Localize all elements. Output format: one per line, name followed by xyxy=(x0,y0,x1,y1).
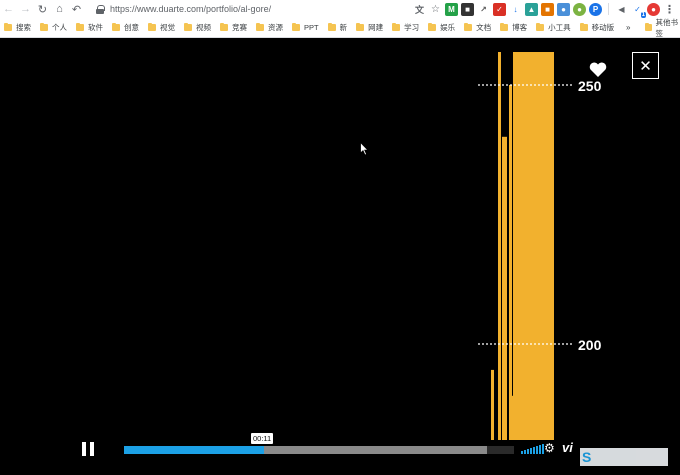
arrow-left-icon: ← xyxy=(3,3,14,15)
chart-bar xyxy=(513,52,554,440)
home-icon: ⌂ xyxy=(56,3,63,15)
speaker-icon[interactable]: ◀ xyxy=(615,3,628,16)
back-button[interactable]: ← xyxy=(0,1,17,18)
bookmark-item[interactable]: 软件 xyxy=(76,22,103,33)
extension-toolbar: 文 ☆ M ■ ↗ ✓ ↓ ▲ ■ ● ● P ◀ ✓ 1 ● ⋮ xyxy=(413,1,676,18)
bookmarks-bar: 搜索 个人 软件 创意 视觉 视频 竞赛 资源 PPT 新 网建 学习 娱乐 文… xyxy=(0,18,680,38)
extension-dark-icon[interactable]: ■ xyxy=(461,2,474,16)
browser-chrome: ← → ↻ ⌂ ↶ https://www.duarte.com/portfol… xyxy=(0,0,680,38)
folder-icon xyxy=(645,23,652,31)
folder-icon xyxy=(292,23,300,31)
chart-bar xyxy=(509,85,512,440)
extension-red-icon[interactable]: ✓ xyxy=(493,2,506,16)
close-icon: ✕ xyxy=(639,57,652,75)
current-time: 00:11 xyxy=(251,433,274,444)
mouse-cursor-icon xyxy=(360,142,369,156)
folder-icon xyxy=(184,23,192,31)
download-icon[interactable]: ↓ xyxy=(509,3,522,16)
folder-icon xyxy=(148,23,156,31)
bookmark-item[interactable]: 资源 xyxy=(256,22,283,33)
folder-icon xyxy=(428,23,437,31)
folder-icon xyxy=(464,23,473,31)
close-button[interactable]: ✕ xyxy=(632,52,659,79)
bookmark-item[interactable]: 新 xyxy=(327,22,347,33)
undo-button[interactable]: ↶ xyxy=(68,1,85,18)
toolbar-separator xyxy=(608,3,609,15)
extension-green-icon[interactable]: M xyxy=(445,2,458,16)
folder-icon xyxy=(536,23,545,31)
chart-bar xyxy=(498,52,501,440)
pause-button[interactable] xyxy=(82,442,96,458)
bookmark-item[interactable]: 文档 xyxy=(464,22,491,33)
browser-toolbar: ← → ↻ ⌂ ↶ https://www.duarte.com/portfol… xyxy=(0,0,680,18)
reload-button[interactable]: ↻ xyxy=(34,1,51,18)
bookmark-item[interactable]: 搜索 xyxy=(4,22,31,33)
bookmarks-overflow-button[interactable]: » xyxy=(626,19,630,36)
folder-icon xyxy=(40,23,48,31)
address-bar[interactable]: https://www.duarte.com/portfolio/al-gore… xyxy=(96,2,346,16)
pause-icon-bar xyxy=(90,442,94,456)
other-bookmarks[interactable]: 其他书签 xyxy=(645,18,680,38)
translate-icon[interactable]: 文 xyxy=(413,3,426,16)
pause-icon-bar xyxy=(82,442,86,456)
vimeo-logo[interactable]: vi xyxy=(562,440,573,455)
badge-count: 1 xyxy=(640,11,646,18)
bookmark-item[interactable]: 小工具 xyxy=(536,22,571,33)
extension-teal-icon[interactable]: ▲ xyxy=(525,2,538,16)
heart-icon[interactable] xyxy=(588,60,608,80)
bookmark-item[interactable]: 娱乐 xyxy=(428,22,455,33)
folder-icon xyxy=(112,23,120,31)
extension-blue-icon[interactable]: ● xyxy=(557,2,570,16)
chart-frame: 250 200 xyxy=(478,52,602,441)
home-button[interactable]: ⌂ xyxy=(51,1,68,18)
extension-chart-icon[interactable]: ↗ xyxy=(477,3,490,16)
arrow-right-icon: → xyxy=(20,3,31,15)
bookmark-item[interactable]: 移动版 xyxy=(579,22,614,33)
progress-played xyxy=(124,446,265,454)
bookmark-item[interactable]: 学习 xyxy=(392,22,419,33)
bookmark-item[interactable]: 竞赛 xyxy=(220,22,247,33)
watermark-overlay: S xyxy=(580,448,668,466)
folder-icon xyxy=(579,23,588,31)
folder-icon xyxy=(500,23,509,31)
bookmark-item[interactable]: 个人 xyxy=(40,22,67,33)
folder-icon xyxy=(4,23,12,31)
star-icon[interactable]: ☆ xyxy=(429,3,442,16)
chart-tick-label: 250 xyxy=(578,78,602,94)
bookmark-item[interactable]: 网建 xyxy=(356,22,383,33)
bookmark-item[interactable]: 博客 xyxy=(500,22,527,33)
url-text: https://www.duarte.com/portfolio/al-gore… xyxy=(110,4,272,14)
extension-pin-icon[interactable]: P xyxy=(589,2,602,16)
watermark-text: S xyxy=(582,449,593,465)
chart-bar xyxy=(491,369,494,440)
bookmark-item[interactable]: 创意 xyxy=(112,22,139,33)
menu-icon[interactable]: ⋮ xyxy=(663,3,676,16)
folder-icon xyxy=(220,23,228,31)
extension-badge-icon[interactable]: ✓ 1 xyxy=(631,3,646,18)
forward-button[interactable]: → xyxy=(17,1,34,18)
reload-icon: ↻ xyxy=(37,3,48,16)
profile-avatar[interactable]: ● xyxy=(647,2,660,16)
undo-icon: ↶ xyxy=(71,3,82,16)
progress-bar[interactable] xyxy=(124,446,514,454)
folder-icon xyxy=(76,23,84,31)
folder-icon xyxy=(327,23,336,31)
folder-icon xyxy=(356,23,365,31)
bookmark-item[interactable]: 视觉 xyxy=(148,22,175,33)
extension-orange-icon[interactable]: ■ xyxy=(541,2,554,16)
volume-icon[interactable] xyxy=(521,444,544,454)
bookmark-item[interactable]: PPT xyxy=(292,23,319,32)
folder-icon xyxy=(392,23,401,31)
lock-icon xyxy=(96,4,105,14)
chart-tick-label: 200 xyxy=(578,337,602,353)
folder-icon xyxy=(256,23,264,31)
bookmark-item[interactable]: 视频 xyxy=(184,22,211,33)
chart-bar xyxy=(502,136,507,441)
video-player[interactable]: 250 200 ✕ 00:11 ⚙ vi S xyxy=(0,38,680,475)
extension-lime-icon[interactable]: ● xyxy=(573,2,586,16)
gear-icon[interactable]: ⚙ xyxy=(544,442,556,454)
